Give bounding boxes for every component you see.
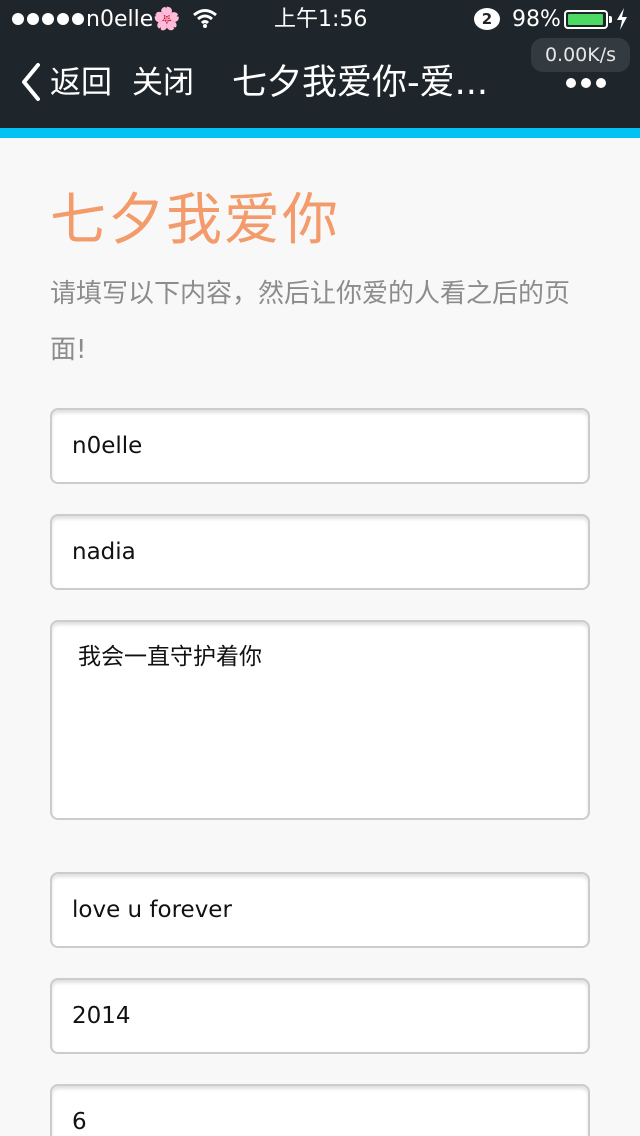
battery-percent: 98% [512,7,561,32]
english-message-input[interactable] [50,872,590,948]
charging-icon [616,8,628,34]
clock: 上午1:56 [274,7,368,32]
receiver-name-input[interactable] [50,514,590,590]
back-button[interactable]: 返回 [50,64,112,102]
month-input[interactable] [50,1084,590,1136]
page-subtitle: 请填写以下内容，然后让你爱的人看之后的页面! [50,279,571,365]
nav-title: 七夕我爱你-爱... [232,63,489,103]
network-speed: 0.00K/s [531,38,630,72]
close-button[interactable]: 关闭 [132,64,194,102]
back-chevron-icon[interactable] [20,62,42,106]
notification-badge: 2 [474,8,500,30]
message-textarea[interactable]: 我会一直守护着你 [50,620,590,820]
signal-strength-icon [12,13,84,25]
more-options-icon[interactable] [566,78,606,88]
year-input[interactable] [50,978,590,1054]
battery-fill [568,14,603,25]
page-title: 七夕我爱你 [50,188,340,253]
carrier-label: n0elle🌸 [86,7,181,32]
battery-icon [564,10,612,29]
top-bar: n0elle🌸 上午1:56 2 98% 0.00K/s 返回 关闭 七夕我爱你… [0,0,640,128]
wifi-icon [192,7,218,33]
page-content: 七夕我爱你 请填写以下内容，然后让你爱的人看之后的页面! 我会一直守护着你 [0,138,640,1136]
page-load-progress-bar [0,128,640,138]
sender-name-input[interactable] [50,408,590,484]
status-bar: n0elle🌸 上午1:56 2 98% [0,0,640,40]
